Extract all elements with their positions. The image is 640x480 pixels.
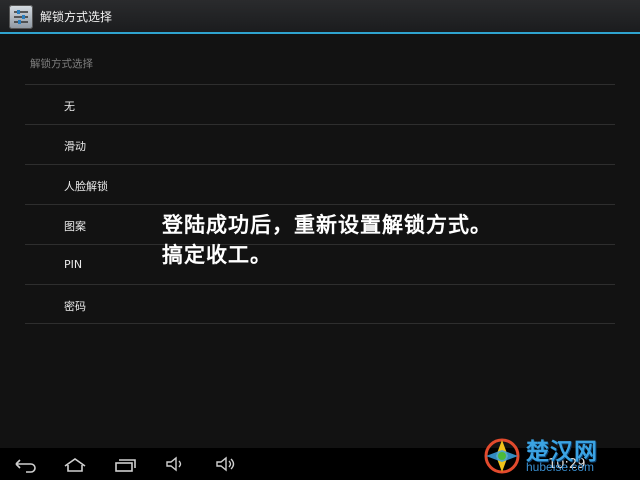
option-label: 图案 [64, 220, 86, 233]
option-face-unlock[interactable]: 人脸解锁 [25, 164, 615, 204]
watermark-logo-icon [484, 438, 520, 474]
page-title: 解锁方式选择 [40, 10, 113, 24]
home-icon[interactable] [62, 454, 88, 474]
option-password[interactable]: 密码 [25, 284, 615, 324]
volume-up-icon[interactable] [212, 454, 238, 474]
unlock-options-list: 无 滑动 人脸解锁 图案 PIN 密码 [25, 84, 615, 324]
option-label: 密码 [64, 300, 86, 313]
recent-apps-icon[interactable] [112, 454, 138, 474]
overlay-line-2: 搞定收工。 [162, 243, 272, 267]
action-bar: 解锁方式选择 [0, 0, 640, 34]
option-label: PIN [64, 258, 83, 271]
watermark-url: hubeise.com [526, 460, 595, 474]
section-header: 解锁方式选择 [30, 58, 93, 70]
option-slide[interactable]: 滑动 [25, 124, 615, 164]
back-icon[interactable] [12, 454, 38, 474]
option-label: 无 [64, 100, 75, 113]
watermark: 楚汉网 hubeise.com [482, 432, 640, 480]
option-label: 滑动 [64, 140, 86, 153]
overlay-line-1: 登陆成功后，重新设置解锁方式。 [162, 213, 492, 237]
overlay-annotation: 登陆成功后，重新设置解锁方式。 搞定收工。 [162, 210, 622, 270]
volume-down-icon[interactable] [162, 454, 188, 474]
option-none[interactable]: 无 [25, 84, 615, 124]
option-label: 人脸解锁 [64, 180, 108, 193]
settings-icon[interactable] [9, 5, 33, 29]
